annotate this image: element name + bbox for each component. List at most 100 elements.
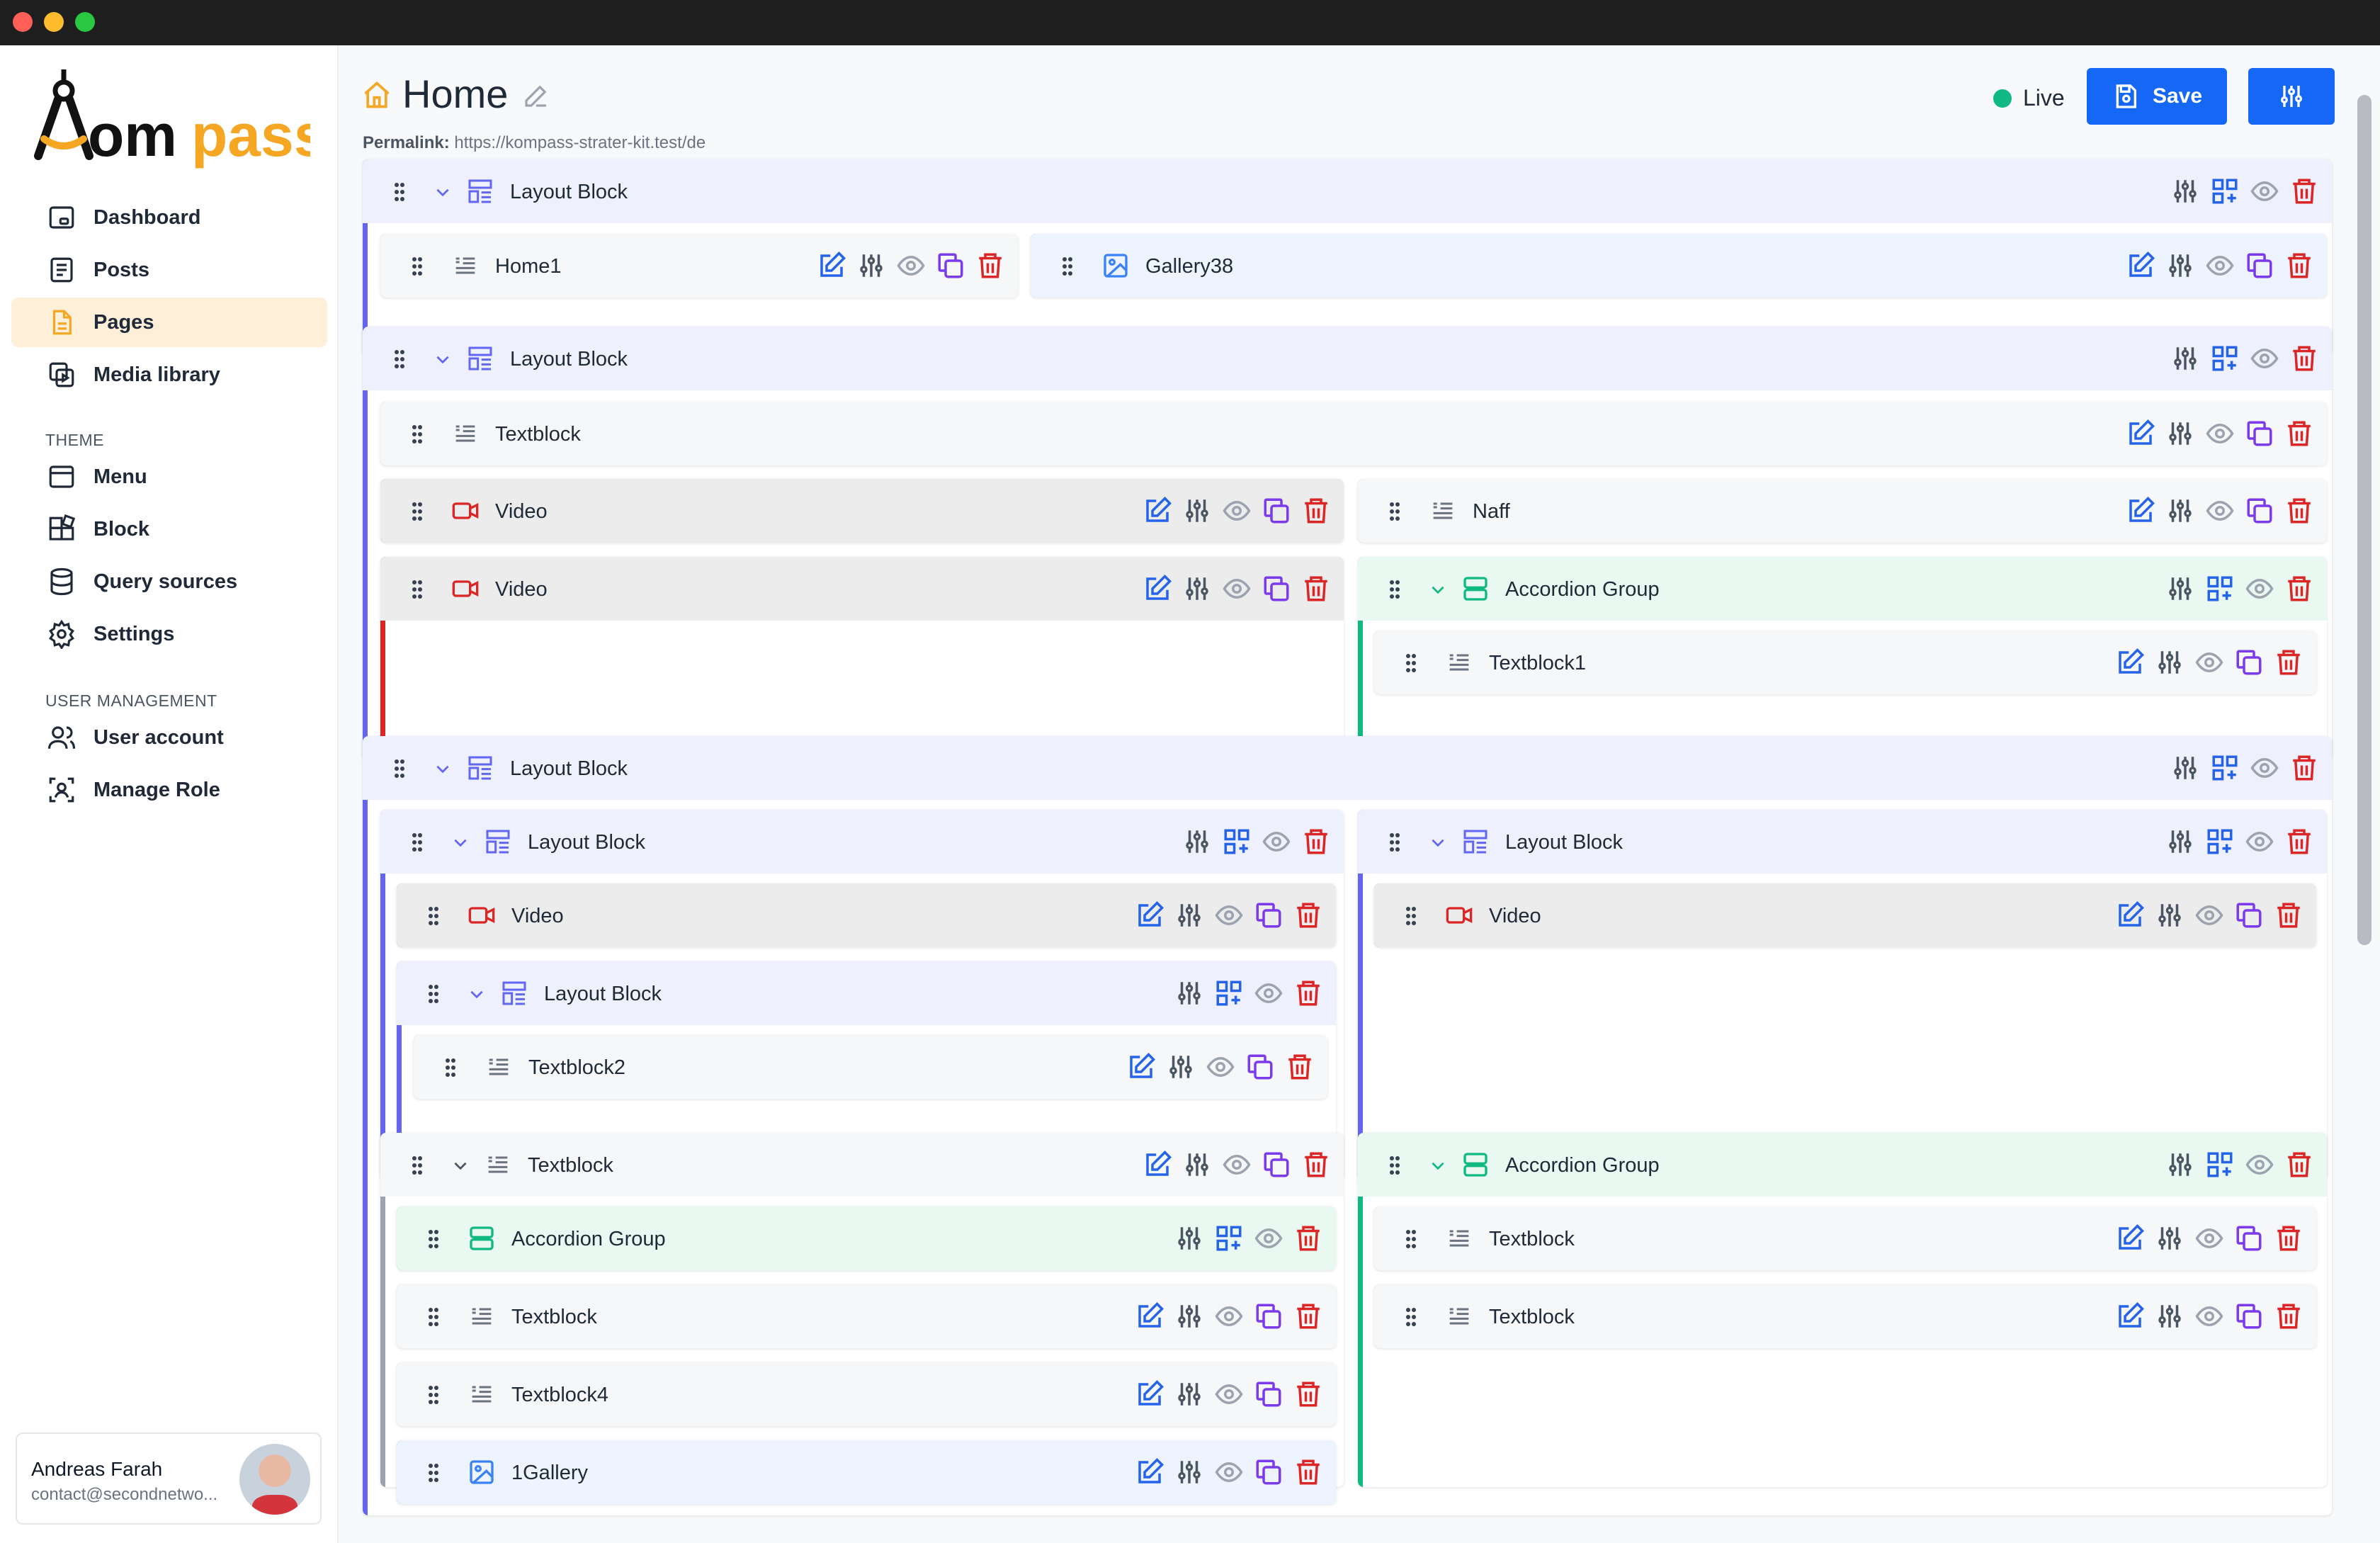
visibility-icon[interactable] — [1213, 1300, 1245, 1333]
scrollbar-thumb[interactable] — [2357, 95, 2372, 945]
drag-handle-icon[interactable] — [394, 349, 405, 369]
delete-icon[interactable] — [1300, 572, 1332, 605]
settings-icon[interactable] — [1181, 494, 1213, 527]
minimize-window-button[interactable] — [44, 12, 64, 32]
add-block-icon[interactable] — [2204, 825, 2236, 858]
edit-icon[interactable] — [2124, 249, 2157, 282]
duplicate-icon[interactable] — [1252, 1378, 1285, 1411]
add-block-icon[interactable] — [2209, 752, 2241, 784]
delete-icon[interactable] — [2283, 825, 2316, 858]
page-settings-button[interactable] — [2248, 68, 2335, 125]
visibility-icon[interactable] — [2193, 1300, 2226, 1333]
duplicate-icon[interactable] — [2243, 417, 2276, 450]
delete-icon[interactable] — [1292, 1300, 1325, 1333]
drag-handle-icon[interactable] — [412, 502, 423, 521]
duplicate-icon[interactable] — [1260, 1148, 1293, 1181]
settings-icon[interactable] — [2153, 1300, 2186, 1333]
drag-handle-icon[interactable] — [1405, 1307, 1417, 1327]
delete-icon[interactable] — [1292, 1456, 1325, 1488]
settings-icon[interactable] — [1173, 1456, 1206, 1488]
delete-icon[interactable] — [1300, 1148, 1332, 1181]
sidebar-item-settings[interactable]: Settings — [11, 609, 327, 659]
edit-icon[interactable] — [1141, 572, 1174, 605]
visibility-icon[interactable] — [2204, 494, 2236, 527]
visibility-icon[interactable] — [1252, 977, 1285, 1010]
delete-icon[interactable] — [2272, 899, 2305, 932]
drag-handle-icon[interactable] — [1405, 653, 1417, 673]
drag-handle-icon[interactable] — [394, 182, 405, 202]
delete-icon[interactable] — [974, 249, 1007, 282]
drag-handle-icon[interactable] — [428, 1463, 439, 1483]
edit-icon[interactable] — [2124, 417, 2157, 450]
edit-icon[interactable] — [1133, 1378, 1166, 1411]
sidebar-item-dashboard[interactable]: Dashboard — [11, 193, 327, 242]
drag-handle-icon[interactable] — [412, 832, 423, 852]
chevron-down-icon[interactable] — [451, 833, 470, 852]
settings-icon[interactable] — [2169, 175, 2202, 208]
delete-icon[interactable] — [2283, 249, 2316, 282]
chevron-down-icon[interactable] — [451, 1156, 470, 1175]
settings-icon[interactable] — [2164, 417, 2197, 450]
sidebar-item-pages[interactable]: Pages — [11, 298, 327, 347]
add-block-icon[interactable] — [2209, 175, 2241, 208]
chevron-down-icon[interactable] — [434, 759, 452, 778]
duplicate-icon[interactable] — [1260, 572, 1293, 605]
settings-icon[interactable] — [2164, 494, 2197, 527]
sidebar-item-block[interactable]: Block — [11, 504, 327, 554]
edit-icon[interactable] — [2124, 494, 2157, 527]
delete-icon[interactable] — [1284, 1051, 1316, 1083]
delete-icon[interactable] — [2283, 572, 2316, 605]
drag-handle-icon[interactable] — [1389, 580, 1400, 599]
drag-handle-icon[interactable] — [1389, 502, 1400, 521]
add-block-icon[interactable] — [1213, 977, 1245, 1010]
duplicate-icon[interactable] — [1252, 1456, 1285, 1488]
delete-icon[interactable] — [1300, 494, 1332, 527]
edit-title-icon[interactable] — [521, 81, 551, 111]
duplicate-icon[interactable] — [1260, 494, 1293, 527]
settings-icon[interactable] — [2169, 752, 2202, 784]
duplicate-icon[interactable] — [1244, 1051, 1276, 1083]
settings-icon[interactable] — [2153, 646, 2186, 679]
visibility-icon[interactable] — [1260, 825, 1293, 858]
delete-icon[interactable] — [2272, 1222, 2305, 1255]
close-window-button[interactable] — [13, 12, 33, 32]
drag-handle-icon[interactable] — [428, 1307, 439, 1327]
duplicate-icon[interactable] — [2243, 249, 2276, 282]
delete-icon[interactable] — [2272, 1300, 2305, 1333]
drag-handle-icon[interactable] — [428, 906, 439, 926]
settings-icon[interactable] — [1173, 1300, 1206, 1333]
settings-icon[interactable] — [1181, 825, 1213, 858]
delete-icon[interactable] — [1300, 825, 1332, 858]
edit-icon[interactable] — [1133, 1456, 1166, 1488]
visibility-icon[interactable] — [2248, 175, 2281, 208]
delete-icon[interactable] — [2283, 1148, 2316, 1181]
visibility-icon[interactable] — [1213, 899, 1245, 932]
drag-handle-icon[interactable] — [428, 1229, 439, 1249]
visibility-icon[interactable] — [2243, 1148, 2276, 1181]
delete-icon[interactable] — [1292, 1222, 1325, 1255]
duplicate-icon[interactable] — [2233, 1300, 2265, 1333]
sidebar-item-menu[interactable]: Menu — [11, 452, 327, 502]
edit-icon[interactable] — [1133, 1300, 1166, 1333]
drag-handle-icon[interactable] — [394, 759, 405, 779]
settings-icon[interactable] — [2153, 899, 2186, 932]
drag-handle-icon[interactable] — [445, 1058, 456, 1078]
visibility-icon[interactable] — [1213, 1456, 1245, 1488]
edit-icon[interactable] — [1125, 1051, 1157, 1083]
save-button[interactable]: Save — [2087, 68, 2227, 125]
drag-handle-icon[interactable] — [428, 1385, 439, 1405]
delete-icon[interactable] — [2288, 752, 2320, 784]
drag-handle-icon[interactable] — [1389, 832, 1400, 852]
sidebar-item-manage-role[interactable]: Manage Role — [11, 765, 327, 815]
settings-icon[interactable] — [1173, 899, 1206, 932]
visibility-icon[interactable] — [2204, 417, 2236, 450]
delete-icon[interactable] — [2272, 646, 2305, 679]
delete-icon[interactable] — [1292, 1378, 1325, 1411]
zoom-window-button[interactable] — [75, 12, 95, 32]
drag-handle-icon[interactable] — [1405, 1229, 1417, 1249]
drag-handle-icon[interactable] — [1405, 906, 1417, 926]
visibility-icon[interactable] — [2248, 342, 2281, 375]
drag-handle-icon[interactable] — [412, 580, 423, 599]
visibility-icon[interactable] — [1213, 1378, 1245, 1411]
sidebar-item-media-library[interactable]: Media library — [11, 350, 327, 400]
